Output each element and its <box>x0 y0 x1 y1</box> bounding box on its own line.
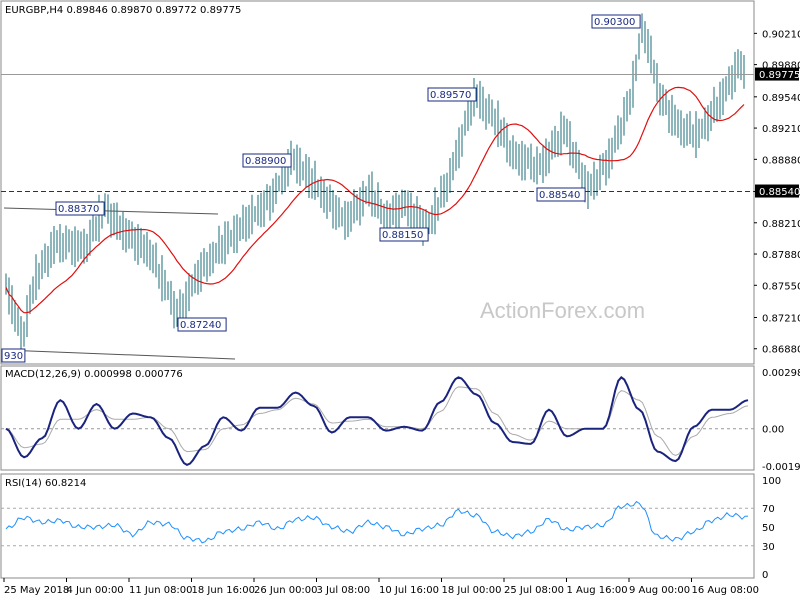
price-axis-label: 0.88210 <box>762 219 800 230</box>
rsi-axis-label: 30 <box>762 542 775 553</box>
last-price-label: 0.89775 <box>759 70 800 81</box>
price-annotation-label: 0.89570 <box>430 90 471 101</box>
price-axis-label: 0.87880 <box>762 250 800 261</box>
price-axis-label: 0.89210 <box>762 124 800 135</box>
time-axis-label: 11 Jun 08:00 <box>129 585 193 596</box>
support-price-label: 0.88540 <box>759 187 800 198</box>
price-annotation-label: 930 <box>4 351 23 362</box>
price-axis-label: 0.86880 <box>762 345 800 356</box>
rsi-panel-frame <box>0 473 755 579</box>
time-axis-label: 9 Aug 00:00 <box>629 585 690 596</box>
macd-axis-label: 0.00 <box>762 425 784 436</box>
price-annotation-label: 0.87240 <box>180 320 221 331</box>
price-axis-label: 0.88880 <box>762 155 800 166</box>
rsi-axis-label: 50 <box>762 523 775 534</box>
price-annotation-label: 0.88900 <box>245 156 286 167</box>
price-annotation-label: 0.88370 <box>58 204 99 215</box>
rsi-axis-label: 100 <box>762 476 781 487</box>
price-axis-label: 0.87210 <box>762 313 800 324</box>
macd-title: MACD(12,26,9) 0.000998 0.000776 <box>5 369 183 380</box>
time-axis-label: 26 Jun 00:00 <box>254 585 318 596</box>
time-axis-label: 18 Jun 16:00 <box>192 585 256 596</box>
rsi-axis-label: 70 <box>762 504 775 515</box>
price-annotation-label: 0.90300 <box>594 17 635 28</box>
price-annotation-label: 0.88540 <box>539 190 580 201</box>
time-axis-label: 1 Aug 16:00 <box>567 585 628 596</box>
price-axis-label: 0.90210 <box>762 29 800 40</box>
time-axis-label: 25 May 2018 <box>4 585 69 596</box>
time-axis-label: 18 Jul 00:00 <box>442 585 502 596</box>
time-axis-label: 4 Jun 00:00 <box>67 585 124 596</box>
price-chart-title: EURGBP,H4 0.89846 0.89870 0.89772 0.8977… <box>5 5 241 16</box>
price-axis-label: 0.89540 <box>762 93 800 104</box>
chart-window: ActionForex.com 0.88370 0.87240 0.88900 0.8… <box>0 0 800 600</box>
rsi-axis-label: 0 <box>762 570 768 581</box>
macd-axis-label: -0.00196 <box>762 462 800 473</box>
price-axis-label: 0.87550 <box>762 281 800 292</box>
chart-canvas[interactable]: ActionForex.com 0.88370 0.87240 0.88900 0.8… <box>0 0 800 600</box>
macd-panel-frame <box>0 365 755 471</box>
time-axis-label: 16 Aug 08:00 <box>692 585 759 596</box>
macd-axis-label: 0.002984 <box>762 368 800 379</box>
time-axis-label: 25 Jul 08:00 <box>504 585 564 596</box>
rsi-title: RSI(14) 60.8214 <box>5 478 86 489</box>
time-axis-label: 3 Jul 08:00 <box>317 585 371 596</box>
watermark-text: ActionForex.com <box>480 298 645 323</box>
time-axis-label: 10 Jul 16:00 <box>379 585 439 596</box>
price-annotation-label: 0.88150 <box>382 230 423 241</box>
